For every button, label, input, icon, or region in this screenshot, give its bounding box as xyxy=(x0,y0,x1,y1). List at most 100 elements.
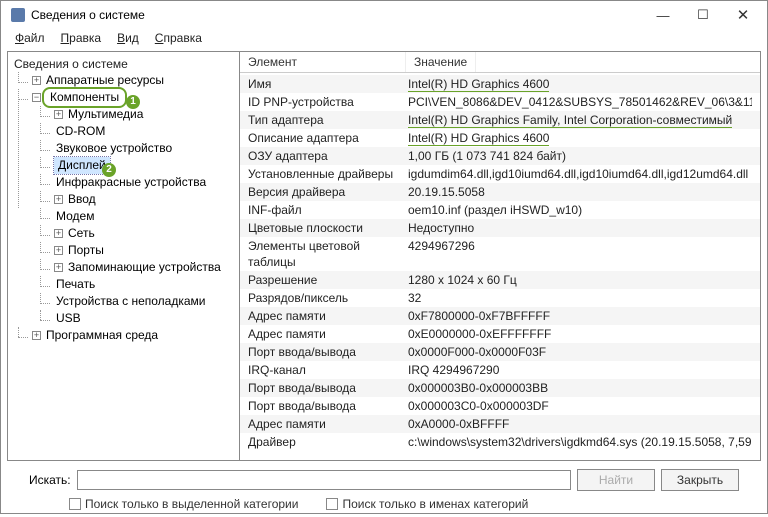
tree-hardware[interactable]: Аппаратные ресурсы xyxy=(44,72,166,89)
row-key: Порт ввода/вывода xyxy=(248,398,408,414)
row-value: 4294967296 xyxy=(408,238,752,270)
expand-icon[interactable]: + xyxy=(32,76,41,85)
expand-icon[interactable]: + xyxy=(54,263,63,272)
column-element[interactable]: Элемент xyxy=(240,52,406,72)
minimize-button[interactable]: — xyxy=(643,3,683,27)
row-value: 1280 x 1024 x 60 Гц xyxy=(408,272,752,288)
row-value: 0x000003C0-0x000003DF xyxy=(408,398,752,414)
row-value: IRQ 4294967290 xyxy=(408,362,752,378)
table-row[interactable]: Описание адаптераIntel(R) HD Graphics 46… xyxy=(240,129,760,147)
window-title: Сведения о системе xyxy=(31,8,643,22)
table-row[interactable]: Установленные драйверыigdumdim64.dll,igd… xyxy=(240,165,760,183)
row-key: Тип адаптера xyxy=(248,112,408,128)
table-row[interactable]: Разрешение1280 x 1024 x 60 Гц xyxy=(240,271,760,289)
row-key: Элементы цветовой таблицы xyxy=(248,238,408,270)
tree-usb[interactable]: USB xyxy=(54,310,83,327)
find-button[interactable]: Найти xyxy=(577,469,655,491)
table-row[interactable]: Адрес памяти0xF7800000-0xF7BFFFFF xyxy=(240,307,760,325)
row-value: 0x000003B0-0x000003BB xyxy=(408,380,752,396)
row-value: Недоступно xyxy=(408,220,752,236)
table-row[interactable]: Порт ввода/вывода0x000003C0-0x000003DF xyxy=(240,397,760,415)
expand-icon[interactable]: + xyxy=(54,110,63,119)
tree-modem[interactable]: Модем xyxy=(54,208,96,225)
table-row[interactable]: Цветовые плоскостиНедоступно xyxy=(240,219,760,237)
close-search-button[interactable]: Закрыть xyxy=(661,469,739,491)
table-row[interactable]: Элементы цветовой таблицы4294967296 xyxy=(240,237,760,271)
row-key: Адрес памяти xyxy=(248,416,408,432)
row-value: PCI\VEN_8086&DEV_0412&SUBSYS_78501462&RE… xyxy=(408,94,752,110)
search-label: Искать: xyxy=(29,473,71,487)
table-row[interactable]: INF-файлoem10.inf (раздел iHSWD_w10) xyxy=(240,201,760,219)
tree-network[interactable]: Сеть xyxy=(66,225,97,242)
column-value[interactable]: Значение xyxy=(406,52,476,72)
tree-input[interactable]: Ввод xyxy=(66,191,98,208)
table-row[interactable]: Порт ввода/вывода0x0000F000-0x0000F03F xyxy=(240,343,760,361)
row-key: ID PNP-устройства xyxy=(248,94,408,110)
row-value: c:\windows\system32\drivers\igdkmd64.sys… xyxy=(408,434,752,450)
row-value: oem10.inf (раздел iHSWD_w10) xyxy=(408,202,752,218)
tree-problems[interactable]: Устройства с неполадками xyxy=(54,293,207,310)
checkbox-icon xyxy=(69,498,81,510)
row-key: Установленные драйверы xyxy=(248,166,408,182)
expand-icon[interactable]: + xyxy=(54,229,63,238)
table-row[interactable]: Разрядов/пиксель32 xyxy=(240,289,760,307)
tree-components[interactable]: Компоненты xyxy=(44,89,125,106)
table-row[interactable]: Порт ввода/вывода0x000003B0-0x000003BB xyxy=(240,379,760,397)
row-key: Порт ввода/вывода xyxy=(248,380,408,396)
menu-file[interactable]: Файл xyxy=(9,29,51,47)
check-selected-category[interactable]: Поиск только в выделенной категории xyxy=(69,497,298,511)
table-row[interactable]: ОЗУ адаптера1,00 ГБ (1 073 741 824 байт) xyxy=(240,147,760,165)
row-value: 0xA0000-0xBFFFF xyxy=(408,416,752,432)
expand-icon[interactable]: + xyxy=(54,195,63,204)
close-button[interactable]: ✕ xyxy=(723,3,763,27)
row-value: 1,00 ГБ (1 073 741 824 байт) xyxy=(408,148,752,164)
row-key: ОЗУ адаптера xyxy=(248,148,408,164)
row-value: 32 xyxy=(408,290,752,306)
expand-icon[interactable]: + xyxy=(32,331,41,340)
row-key: IRQ-канал xyxy=(248,362,408,378)
tree-storage[interactable]: Запоминающие устройства xyxy=(66,259,223,276)
maximize-button[interactable]: ☐ xyxy=(683,3,723,27)
row-key: Версия драйвера xyxy=(248,184,408,200)
row-value: Intel(R) HD Graphics Family, Intel Corpo… xyxy=(408,112,752,128)
row-value: Intel(R) HD Graphics 4600 xyxy=(408,130,752,146)
checkbox-icon xyxy=(326,498,338,510)
table-row[interactable]: ИмяIntel(R) HD Graphics 4600 xyxy=(240,75,760,93)
row-value: 0x0000F000-0x0000F03F xyxy=(408,344,752,360)
tree-software[interactable]: Программная среда xyxy=(44,327,160,344)
table-row[interactable]: IRQ-каналIRQ 4294967290 xyxy=(240,361,760,379)
menu-help[interactable]: Справка xyxy=(149,29,208,47)
check-category-names[interactable]: Поиск только в именах категорий xyxy=(326,497,528,511)
tree-cdrom[interactable]: CD-ROM xyxy=(54,123,107,140)
row-value: 20.19.15.5058 xyxy=(408,184,752,200)
row-key: Разрешение xyxy=(248,272,408,288)
table-row[interactable]: Тип адаптераIntel(R) HD Graphics Family,… xyxy=(240,111,760,129)
row-value: 0xF7800000-0xF7BFFFFF xyxy=(408,308,752,324)
expand-icon[interactable]: + xyxy=(54,246,63,255)
details-pane: Элемент Значение ИмяIntel(R) HD Graphics… xyxy=(240,52,760,460)
row-key: Драйвер xyxy=(248,434,408,450)
row-value: Intel(R) HD Graphics 4600 xyxy=(408,76,752,92)
table-row[interactable]: ID PNP-устройстваPCI\VEN_8086&DEV_0412&S… xyxy=(240,93,760,111)
tree-pane: Сведения о системе +Аппаратные ресурсы −… xyxy=(8,52,240,460)
collapse-icon[interactable]: − xyxy=(32,93,41,102)
table-row[interactable]: Адрес памяти0xA0000-0xBFFFF xyxy=(240,415,760,433)
tree-print[interactable]: Печать xyxy=(54,276,97,293)
menu-view[interactable]: Вид xyxy=(111,29,145,47)
table-row[interactable]: Адрес памяти0xE0000000-0xEFFFFFFF xyxy=(240,325,760,343)
app-icon xyxy=(11,8,25,22)
row-value: igdumdim64.dll,igd10iumd64.dll,igd10iumd… xyxy=(408,166,752,182)
table-row[interactable]: Драйверc:\windows\system32\drivers\igdkm… xyxy=(240,433,760,451)
search-input[interactable] xyxy=(77,470,571,490)
tree-multimedia[interactable]: Мультимедиа xyxy=(66,106,145,123)
row-key: Имя xyxy=(248,76,408,92)
tree-root[interactable]: Сведения о системе xyxy=(10,56,237,72)
tree-ports[interactable]: Порты xyxy=(66,242,106,259)
table-row[interactable]: Версия драйвера20.19.15.5058 xyxy=(240,183,760,201)
tree-infrared[interactable]: Инфракрасные устройства xyxy=(54,174,208,191)
row-value: 0xE0000000-0xEFFFFFFF xyxy=(408,326,752,342)
row-key: Адрес памяти xyxy=(248,308,408,324)
menubar: Файл Правка Вид Справка xyxy=(1,29,767,51)
menu-edit[interactable]: Правка xyxy=(55,29,108,47)
tree-audio[interactable]: Звуковое устройство xyxy=(54,140,174,157)
